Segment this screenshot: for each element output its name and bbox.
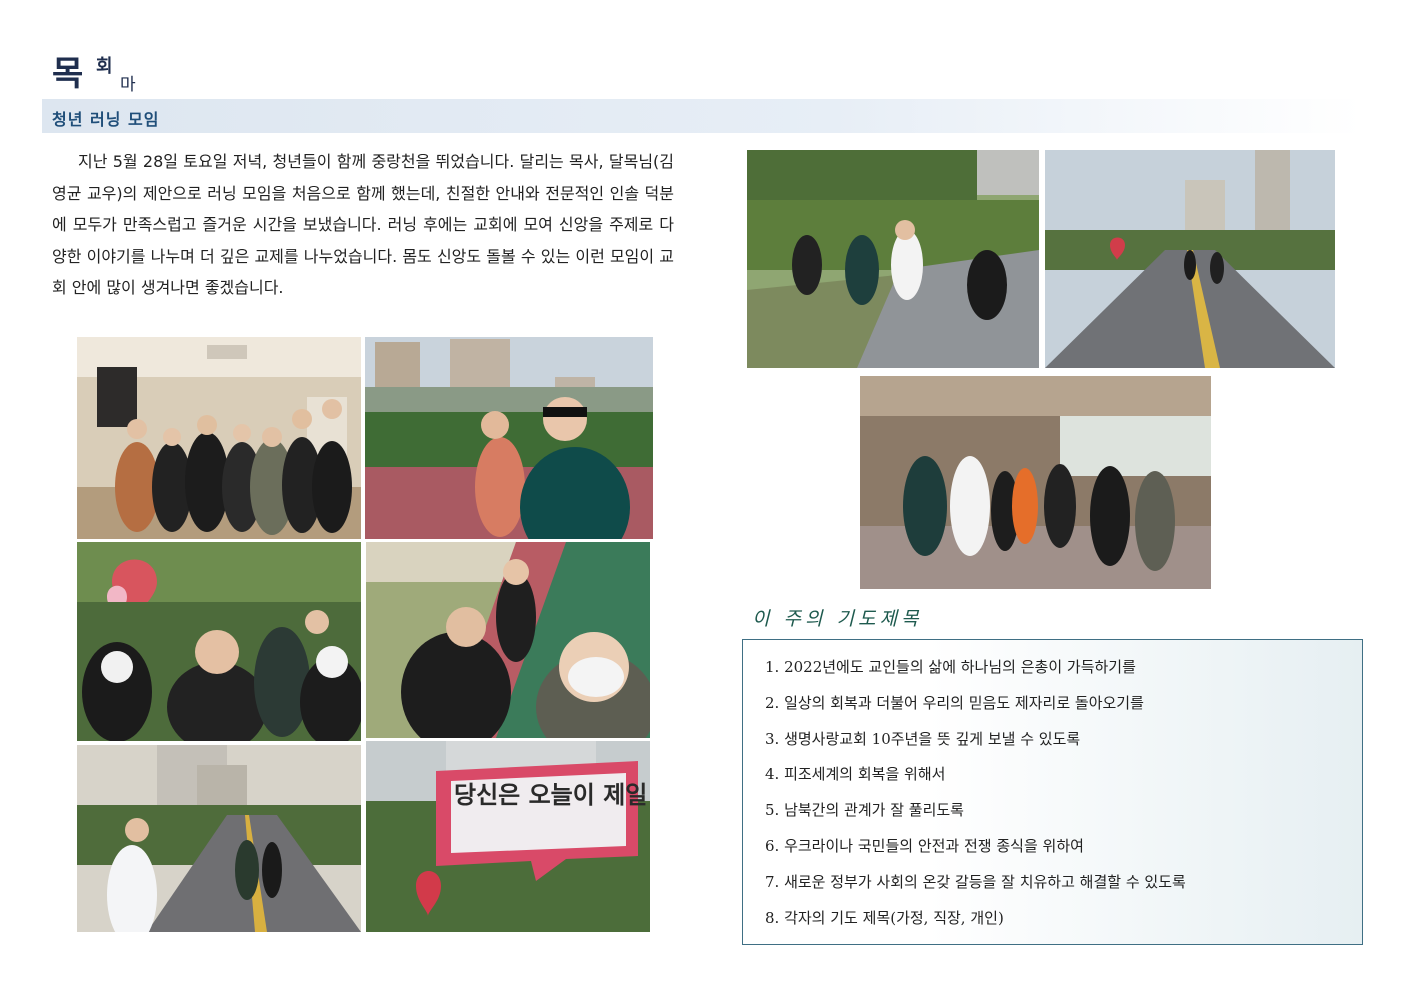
photo-runners-road [77, 745, 361, 932]
section-title-bar: 청년 러닝 모임 [42, 99, 1362, 133]
prayer-item: 4. 피조세계의 회복을 위해서 [765, 765, 946, 784]
prayer-item: 6. 우크라이나 국민들의 안전과 전쟁 종식을 위하여 [765, 836, 1084, 855]
photo-selfie-pair [365, 337, 653, 539]
logo-mid-text: 회 [96, 56, 113, 77]
prayer-list: 1. 2022년에도 교인들의 삶에 하나님의 은총이 가득하기를 2. 일상의… [765, 655, 1186, 941]
photo-underpass-group [860, 376, 1211, 589]
photo-track-selfie [366, 542, 650, 738]
prayer-title: 이 주의 기도제목 [752, 608, 923, 630]
prayer-item: 5. 남북간의 관계가 잘 풀리도록 [765, 801, 964, 820]
section-title: 청년 러닝 모임 [52, 110, 160, 129]
photo-road-running [1045, 150, 1335, 368]
prayer-item: 1. 2022년에도 교인들의 삶에 하나님의 은총이 가득하기를 [765, 658, 1136, 676]
sign-text: 당신은 오늘이 제일 예쁘다 [454, 781, 650, 809]
prayer-item: 8. 각자의 기도 제목(가정, 직장, 개인) [765, 908, 1004, 927]
prayer-item: 2. 일상의 회복과 더불어 우리의 믿음도 제자리로 돌아오기를 [765, 693, 1144, 712]
prayer-item: 7. 새로운 정부가 사회의 온갖 갈등을 잘 치유하고 해결할 수 있도록 [765, 872, 1186, 891]
photo-sign-board: 당신은 오늘이 제일 예쁘다 [366, 741, 650, 932]
prayer-item: 3. 생명사랑교회 10주년을 뜻 깊게 보낼 수 있도록 [765, 729, 1081, 748]
photo-group-outdoor [77, 542, 361, 741]
logo-main-text: 목 [52, 54, 83, 94]
prayer-list-box: 1. 2022년에도 교인들의 삶에 하나님의 은총이 가득하기를 2. 일상의… [742, 639, 1363, 945]
article-body: 지난 5월 28일 토요일 저녁, 청년들이 함께 중랑천을 뛰었습니다. 달리… [52, 152, 674, 297]
photo-runners-resting [747, 150, 1039, 368]
photo-group-indoor [77, 337, 361, 539]
